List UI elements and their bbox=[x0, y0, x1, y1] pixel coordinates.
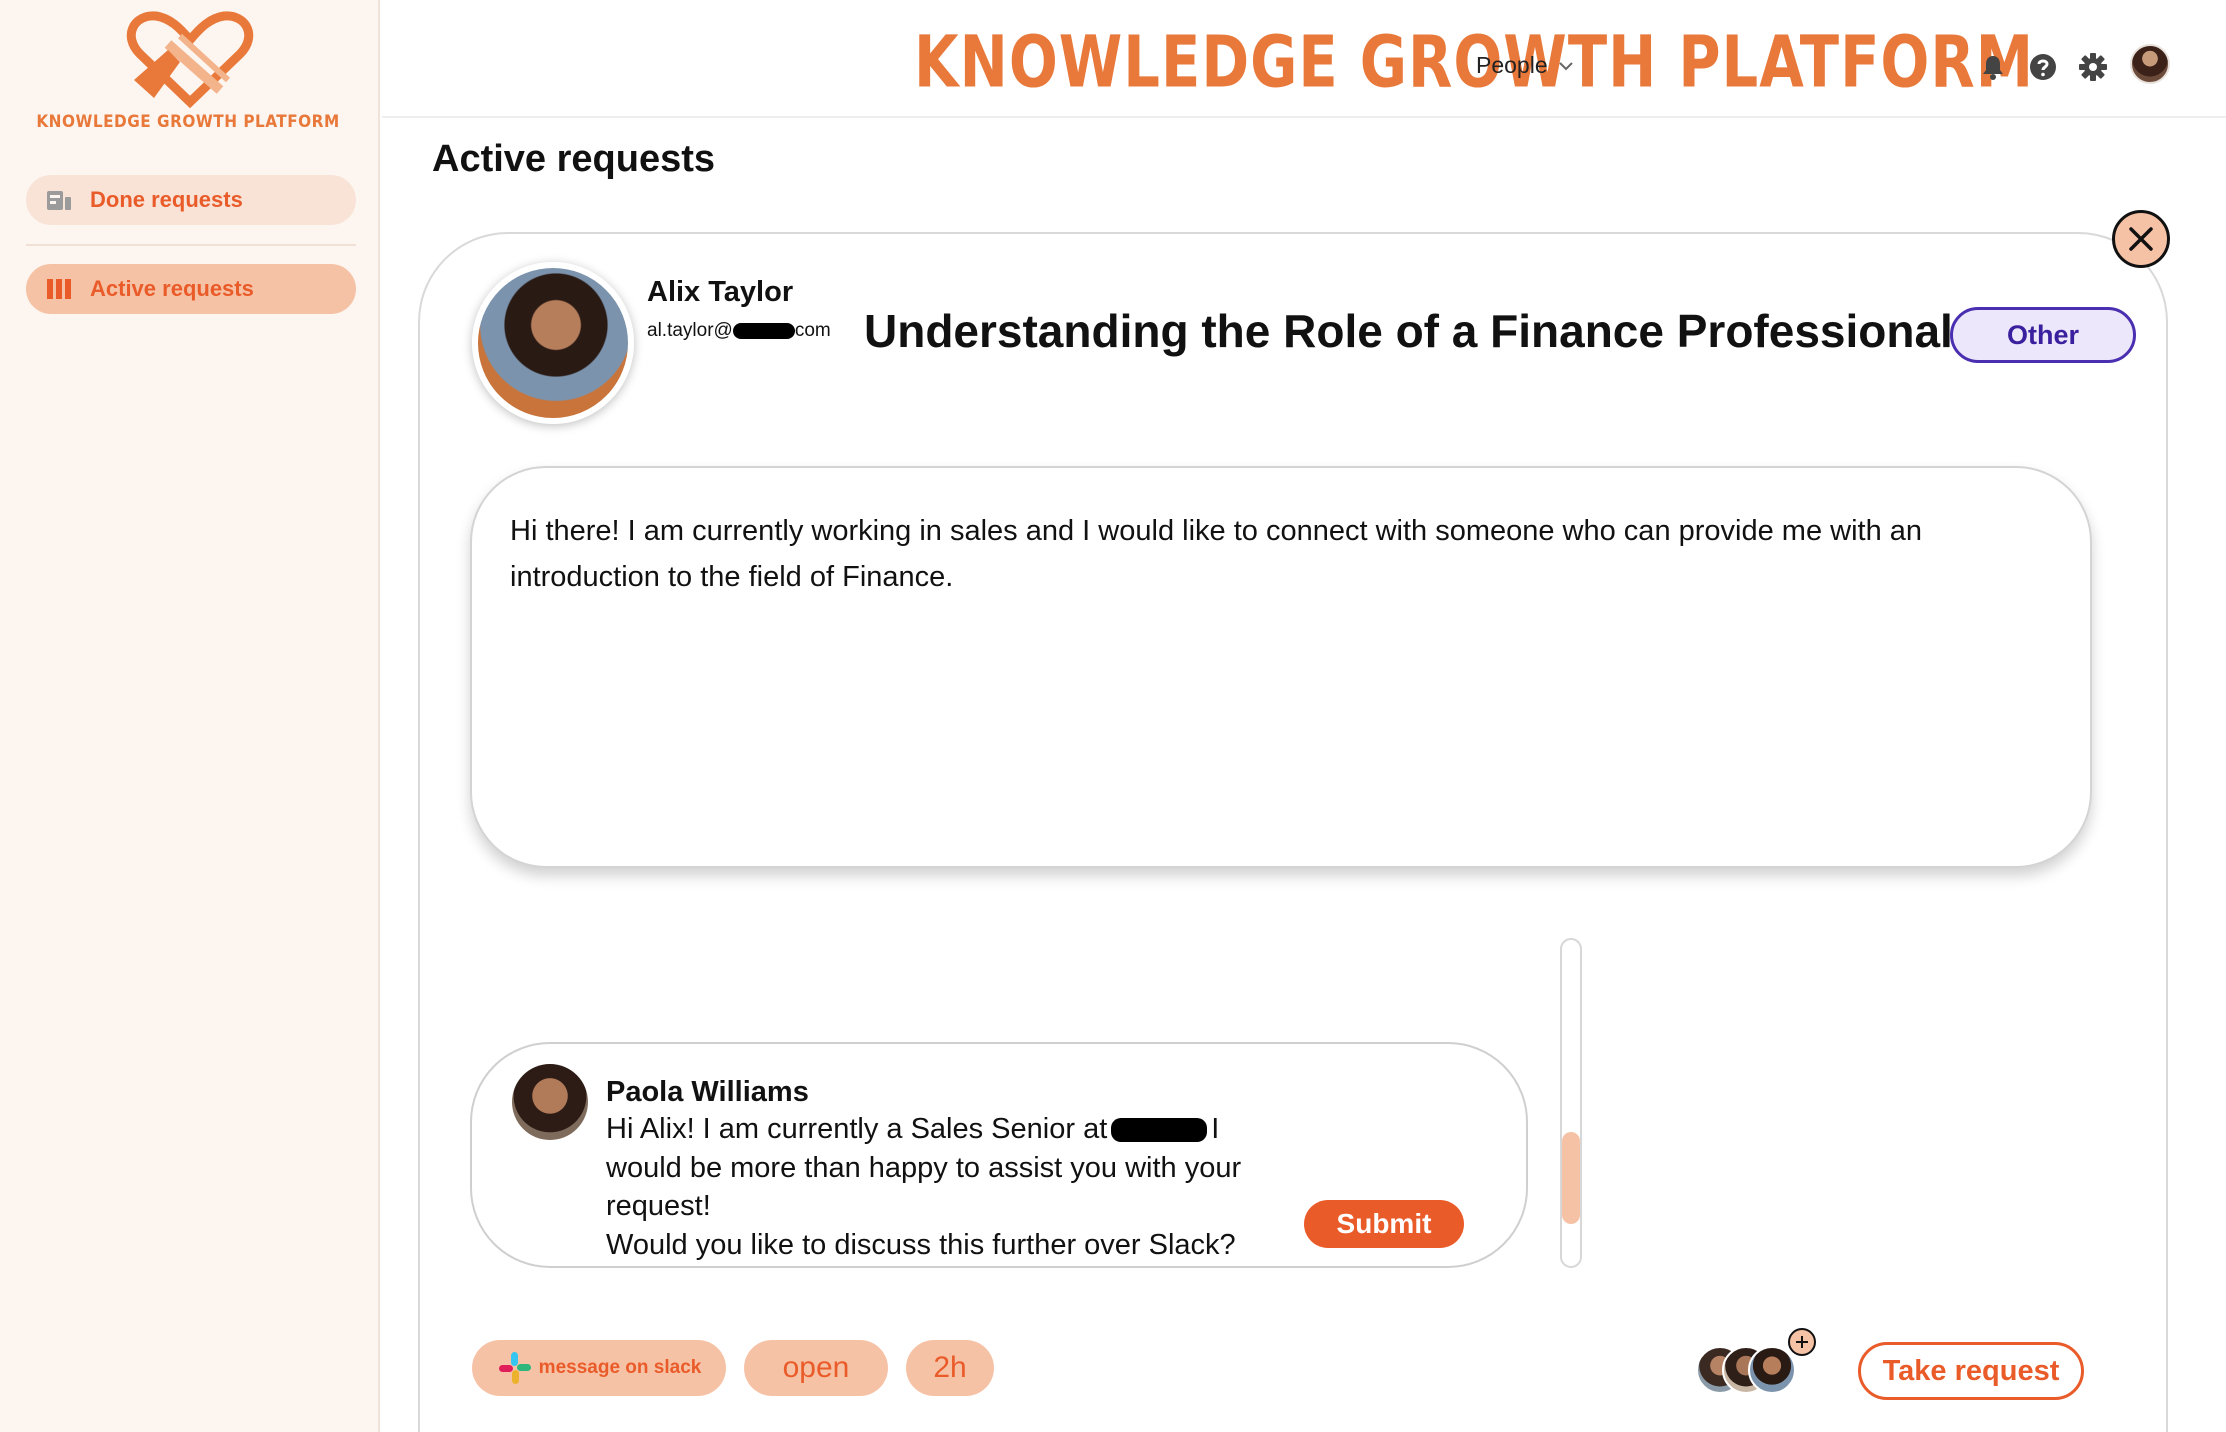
requester-email: al.taylor@ com bbox=[647, 320, 831, 342]
submit-button[interactable]: Submit bbox=[1304, 1200, 1464, 1248]
page-title: Active requests bbox=[432, 138, 716, 180]
plus-icon bbox=[1796, 1336, 1808, 1348]
avatar bbox=[1748, 1346, 1796, 1394]
people-menu-label: People bbox=[1476, 52, 1548, 78]
columns-icon bbox=[44, 276, 74, 302]
user-avatar[interactable] bbox=[2130, 44, 2170, 84]
request-title: Understanding the Role of a Finance Prof… bbox=[864, 305, 1953, 357]
category-badge: Other bbox=[1950, 307, 2136, 363]
message-line: Hi there! I am currently working in sale… bbox=[510, 515, 1923, 547]
requester-avatar bbox=[472, 262, 634, 424]
reply-line: Would you like to discuss this further o… bbox=[606, 1228, 1236, 1261]
bell-icon[interactable] bbox=[1978, 52, 2008, 82]
message-line: introduction to the field of Finance. bbox=[510, 561, 954, 593]
redaction-mark bbox=[732, 323, 795, 339]
helper-avatars[interactable] bbox=[1696, 1346, 1808, 1398]
reply-line: Hi Alix! I am currently a Sales Senior a… bbox=[606, 1110, 1306, 1149]
add-helper-button[interactable] bbox=[1788, 1328, 1816, 1356]
people-dropdown[interactable]: People bbox=[1476, 52, 1574, 79]
message-on-slack-button[interactable]: message on slack bbox=[472, 1340, 726, 1396]
reply-line: request! bbox=[606, 1190, 711, 1222]
reply-line-prefix: Hi Alix! I am currently a Sales Senior a… bbox=[606, 1113, 1108, 1145]
app-title: KNOWLEDGE GROWTH PLATFORM bbox=[914, 21, 2034, 105]
email-suffix: com bbox=[794, 320, 831, 341]
document-icon bbox=[44, 187, 74, 213]
scrollbar-thumb[interactable] bbox=[1562, 1132, 1580, 1224]
top-header: KNOWLEDGE GROWTH PLATFORM bbox=[382, 0, 2226, 118]
sidebar-item-label: Done requests bbox=[90, 187, 243, 212]
reply-text[interactable]: Hi Alix! I am currently a Sales Senior a… bbox=[606, 1110, 1306, 1264]
reply-line-suffix: I bbox=[1211, 1113, 1220, 1145]
redaction-mark bbox=[1111, 1118, 1208, 1143]
close-icon bbox=[2129, 227, 2153, 251]
gear-icon[interactable] bbox=[2078, 52, 2108, 82]
reply-author-avatar bbox=[512, 1064, 588, 1140]
email-prefix: al.taylor@ bbox=[647, 320, 733, 341]
request-message: Hi there! I am currently working in sale… bbox=[470, 466, 2092, 868]
help-icon[interactable] bbox=[2028, 52, 2058, 82]
take-request-button[interactable]: Take request bbox=[1858, 1342, 2084, 1400]
divider bbox=[26, 244, 356, 246]
sidebar-item-label: Active requests bbox=[90, 276, 254, 301]
slack-icon bbox=[498, 1352, 531, 1384]
sidebar-item-active-requests[interactable]: Active requests bbox=[26, 264, 356, 314]
logo-text: KNOWLEDGE GROWTH PLATFORM bbox=[36, 112, 340, 132]
sidebar: KNOWLEDGE GROWTH PLATFORM Done requests … bbox=[0, 0, 380, 1432]
logo-icon bbox=[126, 11, 254, 109]
age-badge: 2h bbox=[906, 1340, 994, 1396]
reply-author-name: Paola Williams bbox=[606, 1076, 809, 1108]
slack-button-label: message on slack bbox=[538, 1357, 702, 1378]
status-badge: open bbox=[744, 1340, 888, 1396]
chevron-down-icon bbox=[1558, 61, 1573, 70]
close-button[interactable] bbox=[2112, 210, 2170, 268]
sidebar-item-done-requests[interactable]: Done requests bbox=[26, 175, 356, 225]
reply-line: would be more than happy to assist you w… bbox=[606, 1151, 1242, 1184]
requester-name: Alix Taylor bbox=[647, 276, 794, 308]
